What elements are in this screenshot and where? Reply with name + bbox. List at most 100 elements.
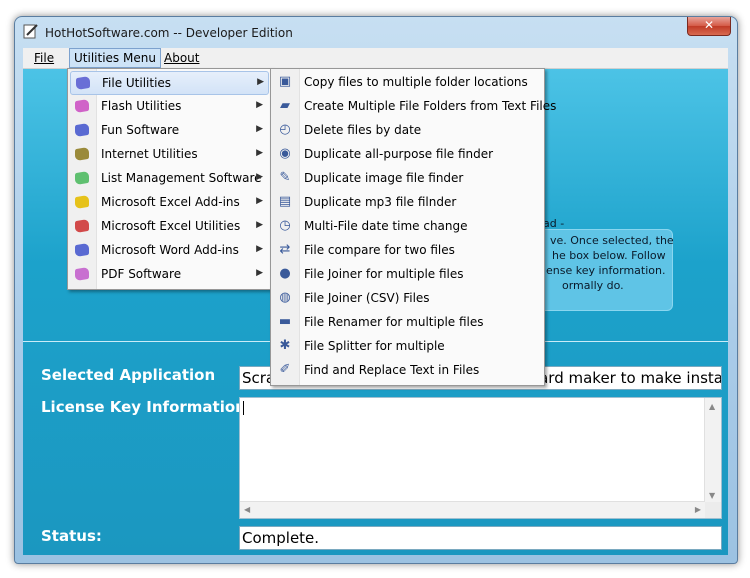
submenu-arrow-icon: ▶ — [257, 77, 264, 87]
flag-icon — [75, 75, 91, 91]
flag-icon — [74, 218, 90, 234]
submenu-item-label: Duplicate all-purpose file finder — [304, 147, 494, 161]
submenu-item-file-splitter-for-multiple[interactable]: ✱ File Splitter for multiple — [273, 335, 540, 357]
submenu-item-label: File Renamer for multiple files — [304, 315, 484, 329]
submenu-item-multi-file-date-time-change[interactable]: ◷ Multi-File date time change — [273, 215, 540, 237]
menu-item-label: Microsoft Excel Add-ins — [101, 195, 240, 209]
submenu-item-create-multiple-file-folders-from-text-files[interactable]: ▰ Create Multiple File Folders from Text … — [273, 95, 556, 117]
title-bar[interactable]: HotHotSoftware.com -- Developer Edition … — [15, 17, 737, 47]
menu-item-label: Internet Utilities — [101, 147, 198, 161]
submenu-item-file-joiner-csv-files[interactable]: ◍ File Joiner (CSV) Files — [273, 287, 540, 309]
info-line: he box below. Follow — [552, 249, 666, 262]
file-utility-icon: ▤ — [278, 194, 292, 209]
submenu-arrow-icon: ▶ — [256, 172, 263, 182]
submenu-item-copy-files-to-multiple-folder-locations[interactable]: ▣ Copy files to multiple folder locations — [273, 71, 540, 93]
submenu-arrow-icon: ▶ — [256, 220, 263, 230]
menu-item-fun-software[interactable]: Fun Software ▶ — [70, 119, 267, 141]
menu-item-internet-utilities[interactable]: Internet Utilities ▶ — [70, 143, 267, 165]
file-utility-icon: ▬ — [278, 314, 292, 329]
flag-icon — [74, 98, 90, 114]
submenu-item-label: Duplicate image file finder — [304, 171, 464, 185]
submenu-item-label: Create Multiple File Folders from Text F… — [304, 99, 557, 113]
file-utility-icon: ▣ — [278, 74, 292, 89]
flag-icon — [74, 170, 90, 186]
submenu-item-label: File Joiner for multiple files — [304, 267, 464, 281]
menu-item-microsoft-excel-add-ins[interactable]: Microsoft Excel Add-ins ▶ — [70, 191, 267, 213]
submenu-item-label: File Splitter for multiple — [304, 339, 445, 353]
menu-utilities[interactable]: Utilities Menu — [69, 48, 161, 68]
scroll-up-icon[interactable]: ▲ — [709, 402, 715, 411]
menu-item-list-management-software[interactable]: List Management Software ▶ — [70, 167, 267, 189]
menu-item-label: Microsoft Excel Utilities — [101, 219, 241, 233]
selected-application-label: Selected Application — [41, 366, 216, 384]
close-button[interactable]: ✕ — [687, 17, 731, 36]
file-utilities-submenu: ▣ Copy files to multiple folder locations… — [270, 68, 556, 386]
menu-item-label: Microsoft Word Add-ins — [101, 243, 239, 257]
submenu-item-find-and-replace-text-in-files[interactable]: ✐ Find and Replace Text in Files — [273, 359, 540, 381]
flag-icon — [74, 146, 90, 162]
menu-item-label: List Management Software — [101, 171, 262, 185]
utilities-dropdown: File Utilities ▶ Flash Utilities ▶ Fun Softw… — [67, 68, 272, 290]
submenu-item-label: Copy files to multiple folder locations — [304, 75, 528, 89]
app-pencil-icon — [23, 24, 38, 39]
file-utility-icon: ● — [279, 266, 291, 281]
scroll-corner — [705, 502, 721, 518]
submenu-item-label: Duplicate mp3 file filnder — [304, 195, 457, 209]
text-cursor — [243, 401, 244, 415]
submenu-arrow-icon: ▶ — [256, 196, 263, 206]
submenu-arrow-icon: ▶ — [256, 268, 263, 278]
license-key-textarea[interactable]: ▲ ▼ ◀ ▶ — [239, 397, 722, 519]
vertical-scrollbar[interactable]: ▲ ▼ — [704, 398, 721, 502]
status-field: Complete. — [239, 526, 722, 550]
menu-about[interactable]: About — [159, 50, 204, 66]
file-utility-icon: ◉ — [279, 146, 291, 161]
file-utility-icon: ◷ — [279, 218, 291, 233]
flag-icon — [74, 242, 90, 258]
submenu-item-duplicate-image-file-finder[interactable]: ✎ Duplicate image file finder — [273, 167, 540, 189]
submenu-item-label: File compare for two files — [304, 243, 455, 257]
scroll-left-icon[interactable]: ◀ — [244, 505, 250, 514]
file-utility-icon: ✎ — [279, 170, 291, 185]
submenu-item-delete-files-by-date[interactable]: ◴ Delete files by date — [273, 119, 540, 141]
submenu-arrow-icon: ▶ — [256, 124, 263, 134]
menu-file[interactable]: File — [29, 50, 59, 66]
menu-item-file-utilities[interactable]: File Utilities ▶ — [70, 71, 269, 95]
file-utility-icon: ◍ — [279, 290, 291, 305]
submenu-arrow-icon: ▶ — [256, 244, 263, 254]
menu-item-label: File Utilities — [102, 76, 172, 90]
file-utility-icon: ⇄ — [279, 242, 291, 257]
info-line: ense key information. — [546, 264, 666, 277]
menu-item-label: Flash Utilities — [101, 99, 182, 113]
menu-bar: File Utilities Menu About — [23, 48, 728, 69]
scroll-right-icon[interactable]: ▶ — [695, 505, 701, 514]
submenu-arrow-icon: ▶ — [256, 100, 263, 110]
file-utility-icon: ✱ — [279, 338, 291, 353]
flag-icon — [74, 194, 90, 210]
submenu-item-label: Find and Replace Text in Files — [304, 363, 480, 377]
file-utility-icon: ▰ — [280, 98, 290, 113]
flag-icon — [74, 122, 90, 138]
submenu-item-label: Delete files by date — [304, 123, 422, 137]
horizontal-scrollbar[interactable]: ◀ ▶ — [240, 501, 705, 518]
window-title: HotHotSoftware.com -- Developer Edition — [45, 26, 293, 40]
menu-file-label: File — [34, 51, 55, 65]
submenu-item-duplicate-all-purpose-file-finder[interactable]: ◉ Duplicate all-purpose file finder — [273, 143, 540, 165]
submenu-item-label: Multi-File date time change — [304, 219, 468, 233]
menu-about-label: About — [164, 51, 200, 65]
flag-icon — [74, 266, 90, 282]
status-label: Status: — [41, 527, 102, 545]
menu-item-microsoft-word-add-ins[interactable]: Microsoft Word Add-ins ▶ — [70, 239, 267, 261]
menu-item-label: PDF Software — [101, 267, 182, 281]
submenu-item-file-joiner-for-multiple-files[interactable]: ● File Joiner for multiple files — [273, 263, 540, 285]
menu-item-microsoft-excel-utilities[interactable]: Microsoft Excel Utilities ▶ — [70, 215, 267, 237]
file-utility-icon: ✐ — [279, 362, 291, 377]
submenu-item-file-renamer-for-multiple-files[interactable]: ▬ File Renamer for multiple files — [273, 311, 540, 333]
submenu-item-duplicate-mp3-file-filnder[interactable]: ▤ Duplicate mp3 file filnder — [273, 191, 540, 213]
license-key-label: License Key Information — [41, 398, 246, 416]
menu-item-flash-utilities[interactable]: Flash Utilities ▶ — [70, 95, 267, 117]
info-line: ormally do. — [562, 279, 624, 292]
menu-item-pdf-software[interactable]: PDF Software ▶ — [70, 263, 267, 285]
submenu-item-file-compare-for-two-files[interactable]: ⇄ File compare for two files — [273, 239, 540, 261]
scroll-down-icon[interactable]: ▼ — [709, 491, 715, 500]
menu-item-label: Fun Software — [101, 123, 180, 137]
